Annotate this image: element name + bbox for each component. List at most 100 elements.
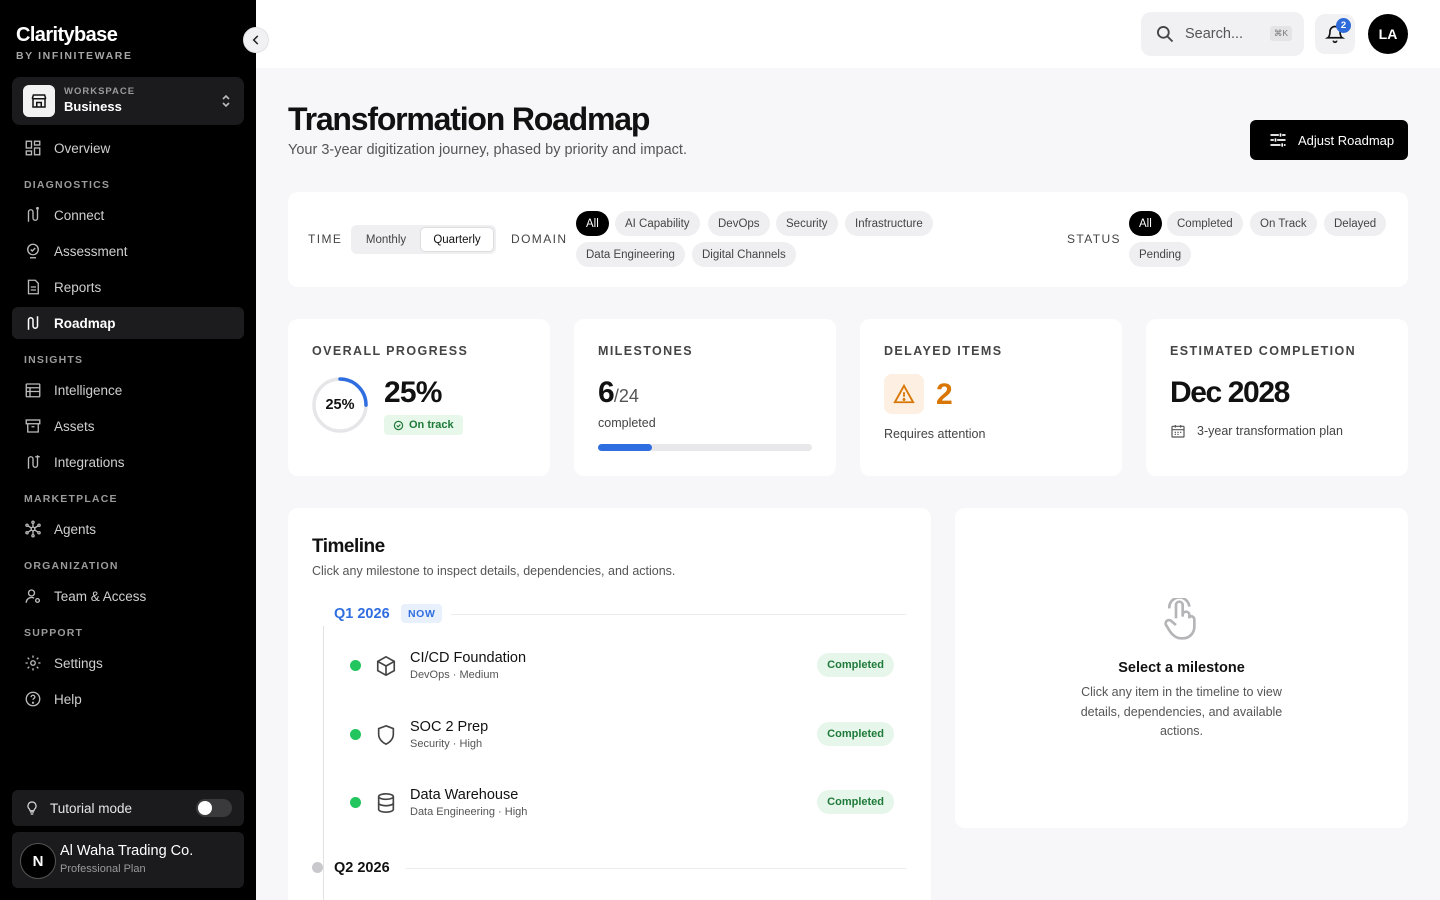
milestone-name: SOC 2 Prep [410, 719, 489, 735]
milestone-meta: Security · High [410, 738, 483, 750]
user-avatar[interactable]: LA [1368, 14, 1408, 54]
help-icon [25, 691, 41, 707]
now-badge: NOW [401, 604, 443, 623]
detail-title: Select a milestone [1118, 660, 1245, 676]
completion-caption: 3-year transformation plan [1197, 424, 1343, 438]
sidebar-item-overview[interactable]: Overview [12, 132, 244, 164]
milestone-meta: DevOps · Medium [410, 669, 499, 681]
sidebar-item-connect[interactable]: Connect [12, 199, 244, 231]
sidebar-item-label: Help [54, 691, 82, 707]
milestones-progress-bar [598, 444, 812, 451]
notifications-button[interactable]: 2 [1315, 14, 1355, 54]
sidebar-item-reports[interactable]: Reports [12, 271, 244, 303]
adjust-roadmap-button[interactable]: Adjust Roadmap [1250, 120, 1408, 160]
completion-caption-row: 3-year transformation plan [1170, 423, 1343, 439]
sidebar-item-roadmap[interactable]: Roadmap [12, 307, 244, 339]
collapse-sidebar-button[interactable] [243, 27, 269, 53]
search-input[interactable]: Search... ⌘K [1141, 12, 1304, 56]
milestone-item[interactable]: SOC 2 Prep Security · High Completed [350, 718, 910, 768]
card-heading: ESTIMATED COMPLETION [1170, 344, 1357, 358]
search-placeholder: Search... [1185, 26, 1244, 42]
status-chip-completed[interactable]: Completed [1167, 211, 1243, 236]
section-support: SUPPORT [24, 627, 84, 639]
organization-card[interactable]: N Al Waha Trading Co. Professional Plan [12, 832, 244, 888]
database-icon [377, 793, 395, 813]
org-name: Al Waha Trading Co. [60, 843, 194, 859]
estimated-completion-card: ESTIMATED COMPLETION Dec 2028 3-year tra… [1146, 319, 1408, 476]
timeline-panel: Timeline Click any milestone to inspect … [288, 508, 931, 900]
status-chip-on-track[interactable]: On Track [1250, 211, 1317, 236]
milestones-done-value: 6 [598, 376, 615, 409]
domain-chip-security[interactable]: Security [776, 211, 838, 236]
adjust-roadmap-label: Adjust Roadmap [1298, 132, 1395, 148]
milestones-card: MILESTONES 6/24 completed [574, 319, 836, 476]
quarter-label: Q1 2026 [334, 606, 390, 622]
quarter-label: Q2 2026 [334, 860, 390, 876]
sidebar-item-label: Overview [54, 140, 111, 156]
milestones-done: 6/24 [598, 376, 639, 410]
status-badge: On track [384, 415, 463, 435]
search-icon [1157, 26, 1174, 43]
time-option-quarterly[interactable]: Quarterly [420, 227, 494, 252]
warning-icon [884, 374, 924, 414]
org-plan: Professional Plan [60, 863, 146, 875]
sidebar-item-label: Agents [54, 521, 97, 537]
sliders-icon [1270, 133, 1286, 147]
domain-chip-all[interactable]: All [576, 211, 609, 236]
domain-chip-ai-capability[interactable]: AI Capability [615, 211, 700, 236]
page-subtitle: Your 3-year digitization journey, phased… [288, 142, 687, 158]
sidebar-item-help[interactable]: Help [12, 683, 244, 715]
sidebar-item-assessment[interactable]: Assessment [12, 235, 244, 267]
user-gear-icon [25, 589, 41, 604]
domain-chip-devops[interactable]: DevOps [708, 211, 770, 236]
domain-chip-data-engineering[interactable]: Data Engineering [576, 242, 685, 267]
status-dot [350, 797, 361, 808]
tap-icon [1164, 598, 1196, 640]
quarter-dot [312, 862, 323, 873]
calendar-icon [1171, 425, 1185, 438]
milestone-detail-panel: Select a milestone Click any item in the… [955, 508, 1408, 828]
sidebar-item-team-access[interactable]: Team & Access [12, 580, 244, 612]
assessment-icon [27, 243, 39, 259]
sidebar-item-label: Connect [54, 207, 105, 223]
tutorial-toggle[interactable] [196, 799, 232, 817]
cube-icon [376, 655, 396, 677]
section-insights: INSIGHTS [24, 354, 84, 366]
workspace-label: WORKSPACE [64, 86, 136, 97]
milestone-name: Data Warehouse [410, 787, 519, 803]
calendar-grid-icon [25, 383, 41, 398]
delayed-items-card: DELAYED ITEMS 2 Requires attention [860, 319, 1122, 476]
integrations-icon [27, 455, 40, 469]
sidebar-item-label: Team & Access [54, 588, 147, 604]
time-option-monthly[interactable]: Monthly [353, 227, 419, 252]
status-chip-all[interactable]: All [1129, 211, 1162, 236]
status-chip-pending[interactable]: Pending [1129, 242, 1192, 267]
workspace-switcher[interactable]: WORKSPACE Business [12, 77, 244, 125]
status-chip-delayed[interactable]: Delayed [1324, 211, 1387, 236]
card-heading: OVERALL PROGRESS [312, 344, 469, 358]
time-segmented-control: Monthly Quarterly [351, 225, 496, 254]
sidebar-item-assets[interactable]: Assets [12, 410, 244, 442]
quarter-divider [451, 614, 906, 615]
milestone-item[interactable]: Data Warehouse Data Engineering · High C… [350, 786, 910, 836]
tutorial-mode: Tutorial mode [12, 790, 244, 826]
sidebar-item-settings[interactable]: Settings [12, 647, 244, 679]
status-dot [350, 729, 361, 740]
sidebar-item-label: Settings [54, 655, 103, 671]
chevron-updown-icon [220, 93, 232, 109]
domain-chip-infrastructure[interactable]: Infrastructure [845, 211, 933, 236]
card-heading: MILESTONES [598, 344, 694, 358]
section-marketplace: MARKETPLACE [24, 493, 118, 505]
sidebar-item-integrations[interactable]: Integrations [12, 446, 244, 478]
domain-chip-digital-channels[interactable]: Digital Channels [692, 242, 796, 267]
sidebar-item-intelligence[interactable]: Intelligence [12, 374, 244, 406]
delayed-caption: Requires attention [884, 427, 986, 441]
sidebar-item-agents[interactable]: Agents [12, 513, 244, 545]
milestone-item[interactable]: CI/CD Foundation DevOps · Medium Complet… [350, 649, 910, 699]
archive-icon [25, 419, 41, 433]
milestone-status-badge: Completed [817, 722, 894, 746]
search-shortcut: ⌘K [1269, 26, 1292, 41]
progress-ring: 25% [312, 377, 368, 433]
milestones-total: /24 [613, 386, 639, 406]
brand-byline: BY INFINITEWARE [16, 50, 133, 62]
